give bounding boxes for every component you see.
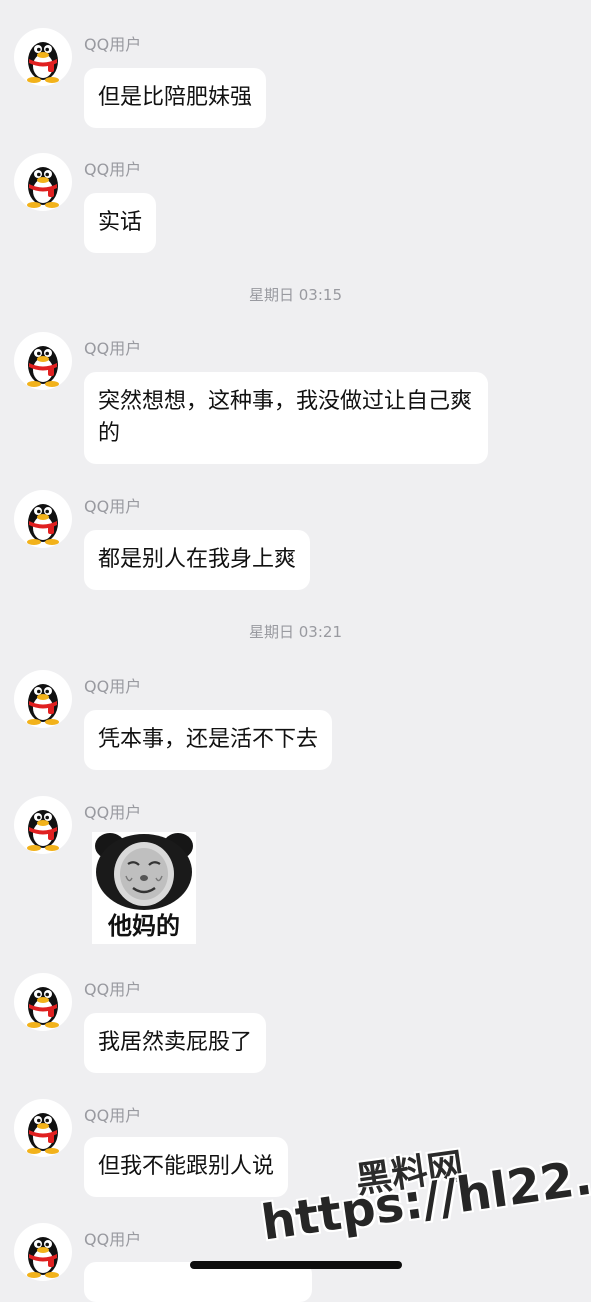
chat-message-list[interactable]: QQ用户 但是比陪肥妹强 QQ用户 实话 星期日 03:15 QQ用户 突然想想… (0, 0, 591, 1302)
qq-penguin-icon (27, 684, 59, 725)
avatar[interactable] (14, 973, 72, 1031)
timestamp: 星期日 03:15 (249, 286, 342, 304)
home-indicator[interactable] (190, 1261, 402, 1269)
message-bubble[interactable]: 凭本事，还是活不下去 (84, 710, 333, 770)
avatar[interactable] (14, 153, 72, 211)
avatar[interactable] (14, 332, 72, 390)
message-bubble[interactable]: 我居然卖屁股了 (84, 1013, 267, 1073)
message-bubble[interactable]: 实话 (84, 193, 157, 253)
qq-penguin-icon (27, 346, 59, 387)
qq-penguin-icon (27, 987, 59, 1028)
sender-name: QQ用户 (84, 677, 142, 696)
avatar[interactable] (14, 490, 72, 548)
sender-name: QQ用户 (84, 1230, 142, 1249)
avatar[interactable] (14, 28, 72, 86)
sender-name: QQ用户 (84, 35, 142, 54)
message-bubble[interactable]: 突然想想，这种事，我没做过让自己爽的 (84, 372, 488, 464)
sender-name: QQ用户 (84, 980, 142, 999)
sender-name: QQ用户 (84, 339, 142, 358)
sender-name: QQ用户 (84, 160, 142, 179)
qq-penguin-icon (27, 1113, 59, 1154)
avatar[interactable] (14, 796, 72, 854)
sticker-image[interactable]: 他妈的 (92, 832, 196, 944)
sender-name: QQ用户 (84, 497, 142, 516)
qq-penguin-icon (27, 1237, 59, 1278)
qq-penguin-icon (27, 167, 59, 208)
qq-penguin-icon (27, 810, 59, 851)
message-bubble[interactable]: 但我不能跟别人说 (84, 1137, 289, 1197)
message-bubble[interactable]: 但是比陪肥妹强 (84, 68, 267, 128)
message-bubble[interactable]: 都是别人在我身上爽 (84, 530, 311, 590)
sender-name: QQ用户 (84, 803, 142, 822)
sticker-caption: 他妈的 (108, 912, 180, 940)
avatar[interactable] (14, 670, 72, 728)
qq-penguin-icon (27, 42, 59, 83)
sender-name: QQ用户 (84, 1106, 142, 1125)
avatar[interactable] (14, 1223, 72, 1281)
qq-penguin-icon (27, 504, 59, 545)
timestamp: 星期日 03:21 (249, 623, 342, 641)
avatar[interactable] (14, 1099, 72, 1157)
